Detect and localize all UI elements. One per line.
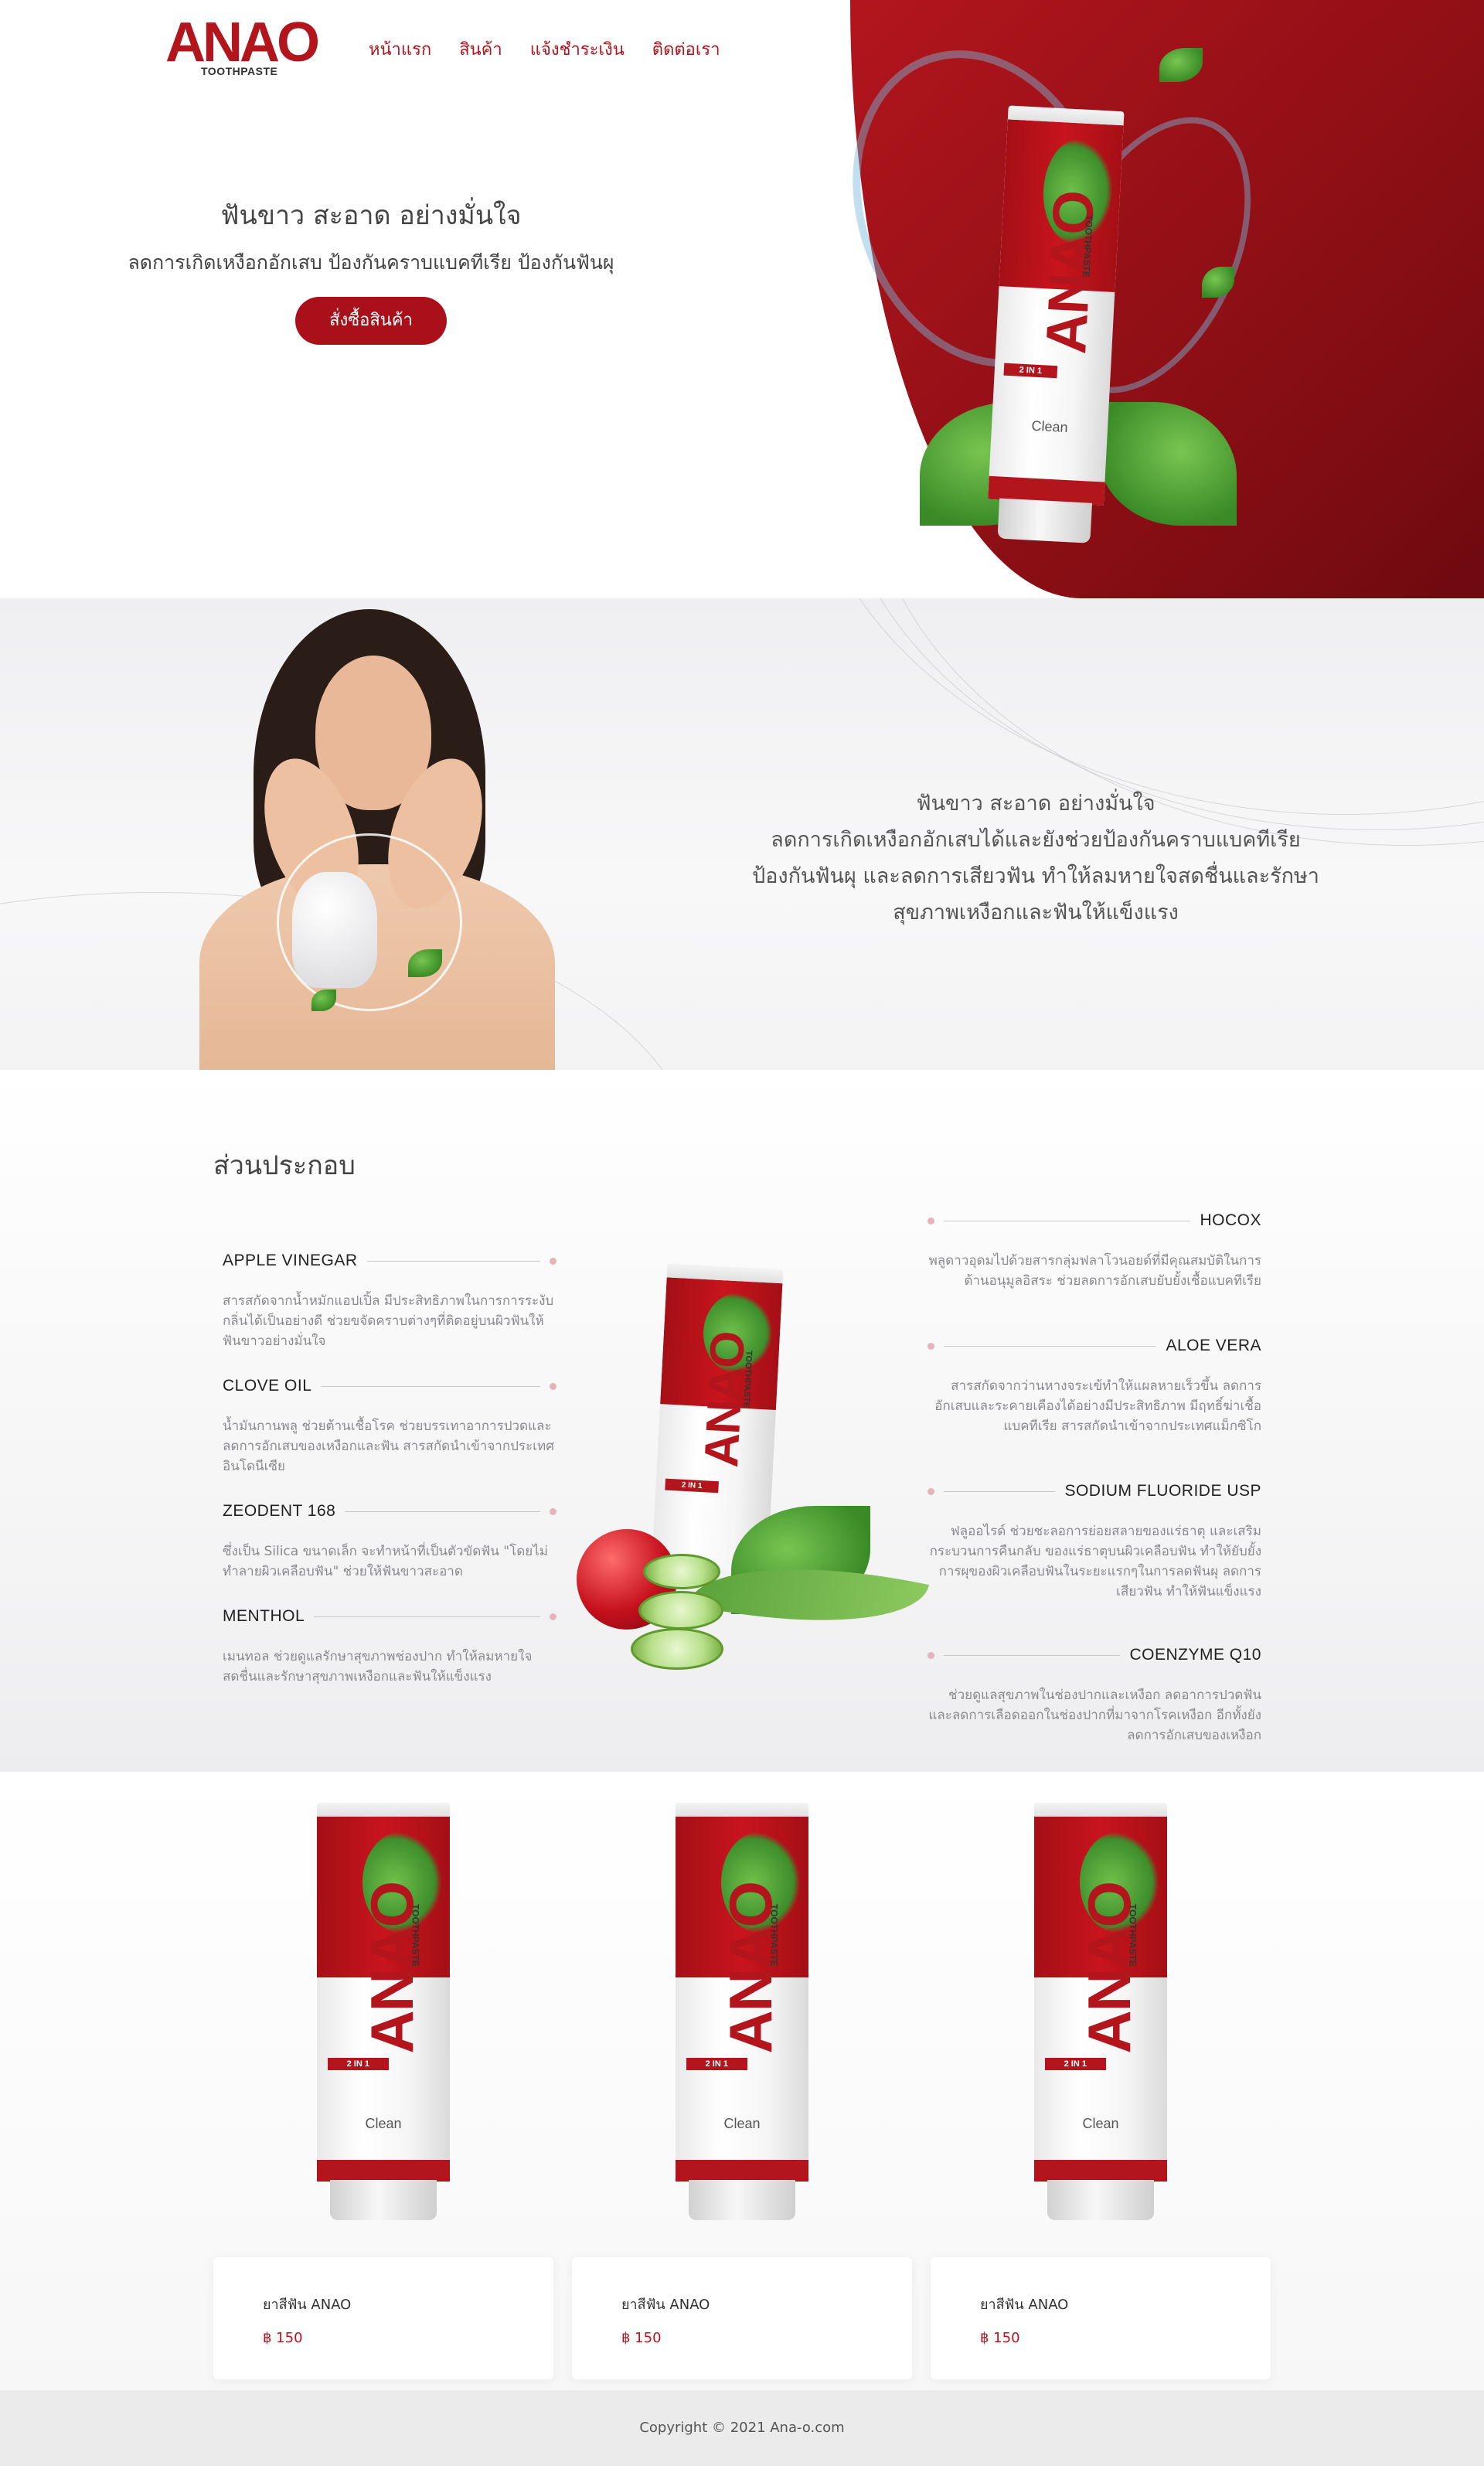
ingredient-description: ฟลูออไรด์ ช่วยชะลอการย่อยสลายของแร่ธาตุ …: [929, 1524, 1261, 1599]
ingredient-item: CLOVE OIL น้ำมันกานพลู ช่วยต้านเชื้อโรค …: [223, 1374, 556, 1477]
benefits-section: ฟันขาว สะอาด อย่างมั่นใจ ลดการเกิดเหงือก…: [0, 598, 1484, 1070]
ingredients-title: ส่วนประกอบ: [213, 1150, 356, 1181]
bullet-dot-icon: [928, 1217, 934, 1224]
ingredient-description: สารสกัดจากน้ำหมักแอปเปิ้ล มีประสิทธิภาพใ…: [223, 1293, 554, 1349]
ingredient-name: CLOVE OIL: [223, 1377, 312, 1395]
ingredient-description: ซึ่งเป็น Silica ขนาดเล็ก จะทำหน้าที่เป็น…: [223, 1544, 549, 1579]
ingredient-name: ALOE VERA: [1166, 1337, 1261, 1354]
product-card[interactable]: ยาสีฟัน ANAO ฿ 150: [931, 2257, 1271, 2379]
brand-logo[interactable]: ANAO TOOTHPASTE: [165, 12, 320, 79]
ingredient-item: SODIUM FLUORIDE USP ฟลูออไรด์ ช่วยชะลอกา…: [928, 1480, 1261, 1602]
ingredients-section: ส่วนประกอบ APPLE VINEGAR สารสกัดจากน้ำหม…: [0, 1070, 1484, 1772]
bullet-dot-icon: [928, 1342, 934, 1350]
hero-subtitle: ลดการเกิดเหงือกอักเสบ ป้องกันคราบแบคทีเร…: [128, 251, 614, 274]
product-image[interactable]: ANAO TOOTHPASTE 2 IN 1 Clean: [572, 1803, 912, 2259]
logo-subtitle: TOOTHPASTE: [201, 65, 278, 77]
bullet-dot-icon: [550, 1507, 556, 1515]
ingredient-name: HOCOX: [1200, 1211, 1261, 1229]
product-name: ยาสีฟัน ANAO: [263, 2297, 352, 2313]
bullet-dot-icon: [550, 1257, 556, 1265]
logo-wordmark: ANAO: [165, 12, 320, 73]
ingredient-item: ZEODENT 168 ซึ่งเป็น Silica ขนาดเล็ก จะท…: [223, 1500, 556, 1582]
order-button[interactable]: สั่งซื้อสินค้า: [295, 297, 447, 345]
ingredient-name: COENZYME Q10: [1129, 1646, 1261, 1664]
ingredient-item: MENTHOL เมนทอล ช่วยดูแลรักษาสุขภาพช่องปา…: [223, 1605, 556, 1687]
product-price: ฿ 150: [621, 2330, 662, 2346]
product-price: ฿ 150: [980, 2330, 1020, 2346]
ingredient-name: APPLE VINEGAR: [223, 1252, 358, 1269]
ingredient-item: HOCOX พลูดาวอุดมไปด้วยสารกลุ่มฟลาโวนอยด์…: [928, 1209, 1261, 1291]
ingredient-name: ZEODENT 168: [223, 1502, 336, 1520]
product-price: ฿ 150: [263, 2330, 303, 2346]
nav-item-products[interactable]: สินค้า: [459, 36, 502, 63]
product-image[interactable]: ANAO TOOTHPASTE 2 IN 1 Clean: [213, 1803, 553, 2259]
ingredient-description: สารสกัดจากว่านหางจระเข้ทำให้แผลหายเร็วขึ…: [934, 1378, 1261, 1434]
nav-item-payment[interactable]: แจ้งชำระเงิน: [530, 36, 625, 63]
ingredient-name: SODIUM FLUORIDE USP: [1064, 1482, 1261, 1500]
hero-product-image: ANAO TOOTHPASTE 2 IN 1 Clean: [985, 105, 1125, 543]
ingredient-name: MENTHOL: [223, 1607, 305, 1625]
nav-item-home[interactable]: หน้าแรก: [369, 36, 431, 63]
main-nav: หน้าแรก สินค้า แจ้งชำระเงิน ติดต่อเรา: [369, 36, 720, 63]
product-card[interactable]: ยาสีฟัน ANAO ฿ 150: [213, 2257, 553, 2379]
ingredient-description: เมนทอล ช่วยดูแลรักษาสุขภาพช่องปาก ทำให้ล…: [223, 1649, 533, 1684]
benefits-line: ฟันขาว สะอาด อย่างมั่นใจ: [916, 792, 1156, 816]
nav-item-contact[interactable]: ติดต่อเรา: [652, 36, 720, 63]
benefits-line: สุขภาพเหงือกและฟันให้แข็งแรง: [893, 901, 1179, 925]
ingredients-product-image: ANAO TOOTHPASTE 2 IN 1: [577, 1263, 930, 1699]
ingredient-item: ALOE VERA สารสกัดจากว่านหางจระเข้ทำให้แผ…: [928, 1334, 1261, 1436]
ingredient-item: COENZYME Q10 ช่วยดูแลสุขภาพในช่องปากและเ…: [928, 1643, 1261, 1746]
hero-section: ANAO TOOTHPASTE หน้าแรก สินค้า แจ้งชำระเ…: [0, 0, 1484, 598]
ingredient-item: APPLE VINEGAR สารสกัดจากน้ำหมักแอปเปิ้ล …: [223, 1249, 556, 1351]
product-name: ยาสีฟัน ANAO: [621, 2297, 710, 2313]
product-card[interactable]: ยาสีฟัน ANAO ฿ 150: [572, 2257, 912, 2379]
bullet-dot-icon: [550, 1613, 556, 1620]
bullet-dot-icon: [928, 1651, 934, 1659]
product-name: ยาสีฟัน ANAO: [980, 2297, 1069, 2313]
ingredient-description: น้ำมันกานพลู ช่วยต้านเชื้อโรค ช่วยบรรเทา…: [223, 1419, 554, 1474]
aloe-vera-slice-image: [631, 1628, 723, 1670]
bullet-dot-icon: [928, 1487, 934, 1495]
ingredient-description: ช่วยดูแลสุขภาพในช่องปากและเหงือก ลดอาการ…: [928, 1688, 1261, 1743]
ingredient-description: พลูดาวอุดมไปด้วยสารกลุ่มฟลาโวนอยด์ที่มีค…: [928, 1253, 1261, 1289]
benefits-line: ลดการเกิดเหงือกอักเสบได้และยังช่วยป้องกั…: [771, 828, 1301, 852]
aloe-vera-slice-image: [643, 1554, 720, 1589]
footer: Copyright © 2021 Ana-o.com: [0, 2390, 1484, 2466]
copyright-text: Copyright © 2021 Ana-o.com: [639, 2420, 845, 2436]
product-image[interactable]: ANAO TOOTHPASTE 2 IN 1 Clean: [931, 1803, 1271, 2259]
smiling-woman-image: [199, 609, 555, 1070]
bullet-dot-icon: [550, 1382, 556, 1390]
benefits-text: ฟันขาว สะอาด อย่างมั่นใจ ลดการเกิดเหงือก…: [742, 785, 1329, 931]
benefits-line: ป้องกันฟันผุ และลดการเสียวฟัน ทำให้ลมหาย…: [752, 864, 1319, 888]
products-section: ANAO TOOTHPASTE 2 IN 1 Clean ยาสีฟัน ANA…: [0, 1772, 1484, 2390]
hero-title: ฟันขาว สะอาด อย่างมั่นใจ: [220, 200, 522, 231]
hero-copy: ฟันขาว สะอาด อย่างมั่นใจ ลดการเกิดเหงือก…: [116, 196, 626, 345]
aloe-vera-slice-image: [638, 1591, 723, 1630]
